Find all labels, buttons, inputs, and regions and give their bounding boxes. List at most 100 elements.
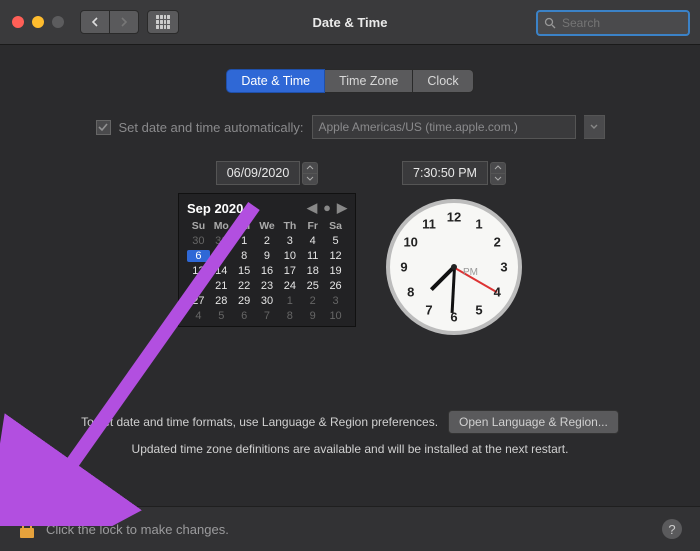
- calendar-day[interactable]: 26: [324, 280, 347, 292]
- calendar-grid[interactable]: 3031123456789101112131415161718192021222…: [187, 235, 347, 322]
- calendar-day[interactable]: 7: [256, 310, 279, 322]
- calendar[interactable]: Sep 2020 ◀ ● ▶ SuMoTuWeThFrSa 3031123456…: [178, 193, 356, 327]
- minimize-window-button[interactable]: [32, 16, 44, 28]
- nav-buttons: [80, 10, 139, 34]
- help-button[interactable]: ?: [662, 519, 682, 539]
- open-language-region-button[interactable]: Open Language & Region...: [448, 410, 619, 434]
- calendar-day[interactable]: 22: [233, 280, 256, 292]
- calendar-day[interactable]: 14: [210, 265, 233, 277]
- calendar-day[interactable]: 27: [187, 295, 210, 307]
- search-input[interactable]: [560, 15, 664, 31]
- calendar-day[interactable]: 1: [233, 235, 256, 247]
- calendar-day[interactable]: 6: [187, 250, 210, 262]
- time-spin[interactable]: [490, 162, 506, 185]
- calendar-day[interactable]: 18: [301, 265, 324, 277]
- calendar-day[interactable]: 28: [210, 295, 233, 307]
- chevron-up-icon: [306, 165, 314, 170]
- calendar-dow: Tu: [233, 220, 256, 232]
- calendar-day[interactable]: 1: [278, 295, 301, 307]
- time-server-field[interactable]: Apple Americas/US (time.apple.com.): [312, 115, 576, 139]
- calendar-day[interactable]: 6: [233, 310, 256, 322]
- calendar-dow: Sa: [324, 220, 347, 232]
- calendar-day[interactable]: 3: [278, 235, 301, 247]
- date-stepper: 06/09/2020: [216, 161, 319, 185]
- clock-number: 1: [475, 216, 482, 231]
- calendar-day[interactable]: 5: [324, 235, 347, 247]
- time-spin-down[interactable]: [491, 173, 505, 184]
- calendar-dow: Th: [278, 220, 301, 232]
- calendar-day[interactable]: 19: [324, 265, 347, 277]
- calendar-day[interactable]: 30: [256, 295, 279, 307]
- tab-date-time[interactable]: Date & Time: [226, 69, 325, 93]
- calendar-day[interactable]: 11: [301, 250, 324, 262]
- calendar-day[interactable]: 21: [210, 280, 233, 292]
- date-field[interactable]: 06/09/2020: [216, 161, 301, 185]
- calendar-day[interactable]: 9: [256, 250, 279, 262]
- tz-update-message: Updated time zone definitions are availa…: [0, 442, 700, 456]
- clock-number: 5: [475, 303, 482, 318]
- clock-number: 4: [494, 285, 501, 300]
- time-column: 7:30:50 PM PM 121234567891011: [386, 161, 522, 335]
- calendar-today-button[interactable]: ●: [323, 200, 331, 216]
- calendar-day[interactable]: 12: [324, 250, 347, 262]
- calendar-day[interactable]: 24: [278, 280, 301, 292]
- calendar-day[interactable]: 15: [233, 265, 256, 277]
- calendar-day[interactable]: 20: [187, 280, 210, 292]
- date-spin[interactable]: [302, 162, 318, 185]
- language-hint-text: To set date and time formats, use Langua…: [81, 415, 438, 429]
- calendar-nav: ◀ ● ▶: [307, 200, 347, 216]
- chevron-left-icon: [91, 17, 99, 27]
- search-icon: [544, 17, 556, 29]
- date-column: 06/09/2020 Sep 2020 ◀ ● ▶ SuMoTuWeThFrSa…: [178, 161, 356, 335]
- clock-number: 7: [425, 303, 432, 318]
- calendar-day[interactable]: 25: [301, 280, 324, 292]
- calendar-day[interactable]: 31: [210, 235, 233, 247]
- calendar-next-button[interactable]: ▶: [337, 200, 347, 216]
- time-server-dropdown-button[interactable]: [584, 115, 605, 139]
- tab-time-zone[interactable]: Time Zone: [325, 69, 413, 93]
- forward-button[interactable]: [110, 10, 139, 34]
- calendar-day[interactable]: 30: [187, 235, 210, 247]
- search-field-wrap[interactable]: [536, 10, 690, 36]
- tab-clock[interactable]: Clock: [413, 69, 473, 93]
- chevron-down-icon: [306, 176, 314, 181]
- calendar-day[interactable]: 8: [233, 250, 256, 262]
- chevron-down-icon: [494, 176, 502, 181]
- show-all-button[interactable]: [147, 10, 179, 34]
- calendar-dow: Mo: [210, 220, 233, 232]
- time-field[interactable]: 7:30:50 PM: [402, 161, 488, 185]
- tab-segment: Date & Time Time Zone Clock: [30, 69, 670, 93]
- calendar-day[interactable]: 10: [278, 250, 301, 262]
- window-title: Date & Time: [313, 15, 388, 30]
- date-spin-up[interactable]: [303, 163, 317, 173]
- calendar-day[interactable]: 23: [256, 280, 279, 292]
- calendar-day[interactable]: 13: [187, 265, 210, 277]
- calendar-day[interactable]: 10: [324, 310, 347, 322]
- auto-time-checkbox[interactable]: [96, 120, 111, 135]
- calendar-day[interactable]: 9: [301, 310, 324, 322]
- close-window-button[interactable]: [12, 16, 24, 28]
- calendar-day[interactable]: 17: [278, 265, 301, 277]
- date-spin-down[interactable]: [303, 173, 317, 184]
- calendar-day[interactable]: 5: [210, 310, 233, 322]
- calendar-day[interactable]: 8: [278, 310, 301, 322]
- calendar-dow: Su: [187, 220, 210, 232]
- calendar-day[interactable]: 4: [301, 235, 324, 247]
- calendar-day[interactable]: 2: [301, 295, 324, 307]
- calendar-day[interactable]: 4: [187, 310, 210, 322]
- back-button[interactable]: [80, 10, 110, 34]
- zoom-window-button[interactable]: [52, 16, 64, 28]
- calendar-day[interactable]: 2: [256, 235, 279, 247]
- calendar-day[interactable]: 29: [233, 295, 256, 307]
- calendar-day[interactable]: 7: [210, 250, 233, 262]
- time-spin-up[interactable]: [491, 163, 505, 173]
- calendar-header: Sep 2020 ◀ ● ▶: [187, 200, 347, 216]
- clock-number: 6: [450, 310, 457, 325]
- lock-icon[interactable]: [18, 518, 36, 540]
- chevron-right-icon: [120, 17, 128, 27]
- calendar-prev-button[interactable]: ◀: [307, 200, 317, 216]
- clock-number: 9: [400, 260, 407, 275]
- calendar-day[interactable]: 16: [256, 265, 279, 277]
- footer: To set date and time formats, use Langua…: [0, 410, 700, 551]
- calendar-day[interactable]: 3: [324, 295, 347, 307]
